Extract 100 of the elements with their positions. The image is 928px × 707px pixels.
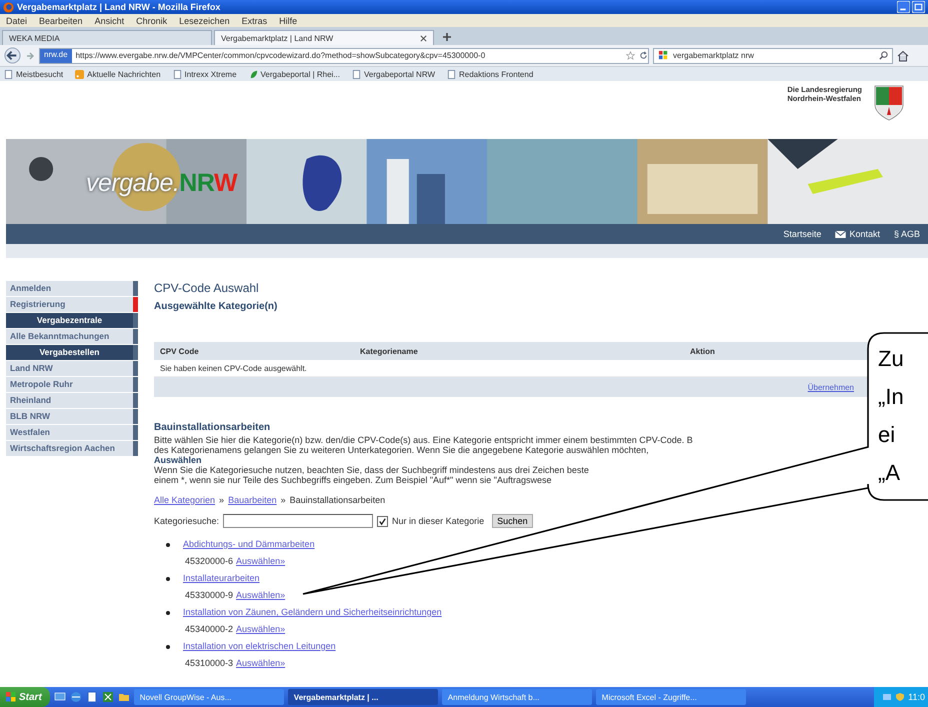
category-search-field[interactable] [223, 514, 374, 528]
sidebar-heading: Vergabestellen [6, 345, 138, 360]
column-header: Kategoriename [360, 346, 419, 356]
search-button[interactable]: Suchen [492, 514, 533, 528]
page-icon [172, 70, 182, 78]
sidebar-item[interactable]: Wirtschaftsregion Aachen [6, 441, 138, 456]
bookmark-item[interactable]: Vergabeportal NRW [352, 70, 435, 78]
sidebar-item[interactable]: Alle Bekanntmachungen [6, 329, 138, 344]
select-link[interactable]: Auswählen» [236, 587, 286, 604]
checkbox-label: Nur in dieser Kategorie [392, 516, 484, 526]
category-link[interactable]: Installation von Zäunen, Geländern und Sicherheitseinrichtungen [183, 604, 442, 621]
menu-item[interactable]: Chronik [136, 16, 168, 26]
site-identity[interactable]: nrw.de [40, 48, 72, 62]
home-icon[interactable] [897, 50, 909, 62]
column-header: CPV Code [160, 346, 200, 356]
taskbar-button[interactable]: Microsoft Excel - Zugriffe... [596, 689, 746, 705]
url-text: https://www.evergabe.nrw.de/VMPCenter/common/cpvcodewizard.do?method=showSubcategory&cpv=45300000-0 [76, 51, 486, 60]
search-field[interactable]: vergabemarktplatz nrw [653, 48, 893, 64]
browser-tab[interactable]: WEKA MEDIA [2, 30, 212, 45]
select-link[interactable]: Auswählen» [236, 553, 286, 570]
search-icon[interactable] [879, 51, 888, 60]
bullet-icon [166, 542, 170, 546]
sidebar-item[interactable]: Anmelden [6, 281, 138, 296]
accept-link[interactable]: Übernehmen [808, 382, 854, 392]
callout-text: ei [878, 421, 896, 449]
top-nav-link[interactable]: § AGB [894, 229, 920, 239]
clock: 11:0 [908, 692, 925, 702]
cpv-code: 45340000-2 [185, 623, 234, 636]
menu-item[interactable]: Bearbeiten [39, 16, 83, 26]
table-cell: Sie haben keinen CPV-Code ausgewählt. [160, 364, 307, 372]
sidebar-item[interactable]: Metropole Ruhr [6, 377, 138, 392]
bookmark-item[interactable]: Vergabeportal | Rhei... [248, 70, 340, 78]
leaf-icon [248, 70, 258, 78]
minimize-icon[interactable] [897, 1, 910, 13]
top-nav-link[interactable]: Kontakt [835, 229, 880, 239]
browser-logo-icon [3, 2, 14, 12]
bookmark-item[interactable]: Intrexx Xtreme [172, 70, 237, 78]
bookmark-item[interactable]: Aktuelle Nachrichten [75, 70, 161, 78]
new-tab-icon[interactable] [442, 32, 452, 42]
callout-text: Zu [878, 345, 904, 373]
menu-item[interactable]: Extras [242, 16, 268, 26]
section-heading: Ausgewählte Kategorie(n) [154, 300, 278, 314]
sidebar-item[interactable]: BLB NRW [6, 409, 138, 424]
bookmark-item[interactable]: Meistbesucht [4, 70, 64, 78]
bullet-icon [166, 610, 170, 614]
paragraph-line: des Kategorienamens gelangen Sie zu weiteren Unterkategorien. Wenn Sie die angegebene Kategorie auswählen möchten, [154, 445, 649, 455]
callout-text: „A [878, 459, 901, 487]
folder-icon[interactable] [118, 691, 130, 703]
star-icon[interactable] [626, 51, 635, 60]
breadcrumb-link[interactable]: Bauarbeiten [228, 493, 277, 507]
sidebar-item[interactable]: Westfalen [6, 425, 138, 440]
search-engine-icon[interactable] [658, 50, 669, 61]
windows-logo-icon [6, 692, 16, 702]
window-title: Vergabemarktplatz | Land NRW - Mozilla Firefox [17, 2, 220, 12]
paragraph-line: einem *, wenn sie nur Teile des Suchbegriffs eingeben. Zum Beispiel "Auf*" wenn sie "Auftragswese [154, 475, 552, 485]
taskbar-button[interactable]: Vergabemarktplatz | ... [288, 689, 438, 705]
desktop-icon[interactable] [54, 691, 66, 703]
menu-item[interactable]: Ansicht [94, 16, 124, 26]
document-icon[interactable] [86, 691, 98, 703]
cpv-code: 45330000-9 [185, 589, 234, 602]
breadcrumb-separator: » [280, 494, 286, 507]
back-icon[interactable] [4, 47, 21, 64]
start-button[interactable]: Start [0, 687, 50, 707]
column-header: Aktion [690, 346, 715, 356]
bullet-icon [166, 576, 170, 580]
section-heading: Bauinstallationsarbeiten [154, 421, 270, 435]
category-link[interactable]: Installation von elektrischen Leitungen [183, 638, 336, 655]
checkbox[interactable] [377, 516, 388, 526]
browser-tab[interactable]: Vergabemarktplatz | Land NRW [214, 30, 434, 45]
sidebar-item[interactable]: Land NRW [6, 361, 138, 376]
menu-item[interactable]: Hilfe [279, 16, 298, 26]
breadcrumb-link[interactable]: Alle Kategorien [154, 493, 216, 507]
cpv-code: 45310000-3 [185, 657, 234, 670]
breadcrumb-current: Bauinstallationsarbeiten [290, 494, 386, 507]
page-icon [447, 70, 456, 78]
taskbar-button[interactable]: Anmeldung Wirtschaft b... [442, 689, 592, 705]
search-label: Kategoriesuche: [154, 516, 220, 526]
coat-of-arms-icon [874, 85, 904, 121]
taskbar-button[interactable]: Novell GroupWise - Aus... [134, 689, 284, 705]
page-title: CPV-Code Auswahl [154, 280, 259, 296]
sidebar-heading: Vergabezentrale [6, 313, 138, 328]
bookmark-item[interactable]: Redaktions Frontend [447, 70, 534, 78]
cpv-code: 45320000-6 [185, 555, 234, 568]
bullet-icon [166, 644, 170, 648]
close-icon[interactable] [420, 34, 427, 42]
spreadsheet-icon[interactable] [102, 691, 114, 703]
select-link[interactable]: Auswählen» [236, 655, 286, 672]
sidebar-item[interactable]: Registrierung [6, 297, 138, 312]
select-link[interactable]: Auswählen» [236, 621, 286, 638]
address-bar[interactable]: nrw.de https://www.evergabe.nrw.de/VMPCenter/common/cpvcodewizard.do?method=showSubcategory&cpv=45300000-0 [39, 48, 649, 64]
top-nav-link[interactable]: Startseite [783, 229, 822, 239]
reload-icon[interactable] [639, 51, 648, 60]
menu-item[interactable]: Datei [6, 16, 28, 26]
sidebar-item[interactable]: Rheinland [6, 393, 138, 408]
maximize-icon[interactable] [912, 1, 925, 13]
paragraph-line: Wenn Sie die Kategoriesuche nutzen, beachten Sie, dass der Suchbegriff mindestens aus drei Zeichen beste [154, 465, 589, 475]
callout-text: „In [878, 383, 904, 411]
category-link[interactable]: Abdichtungs- und Dämmarbeiten [183, 536, 315, 553]
menu-item[interactable]: Lesezeichen [179, 16, 230, 26]
category-link[interactable]: Installateurarbeiten [183, 570, 260, 587]
